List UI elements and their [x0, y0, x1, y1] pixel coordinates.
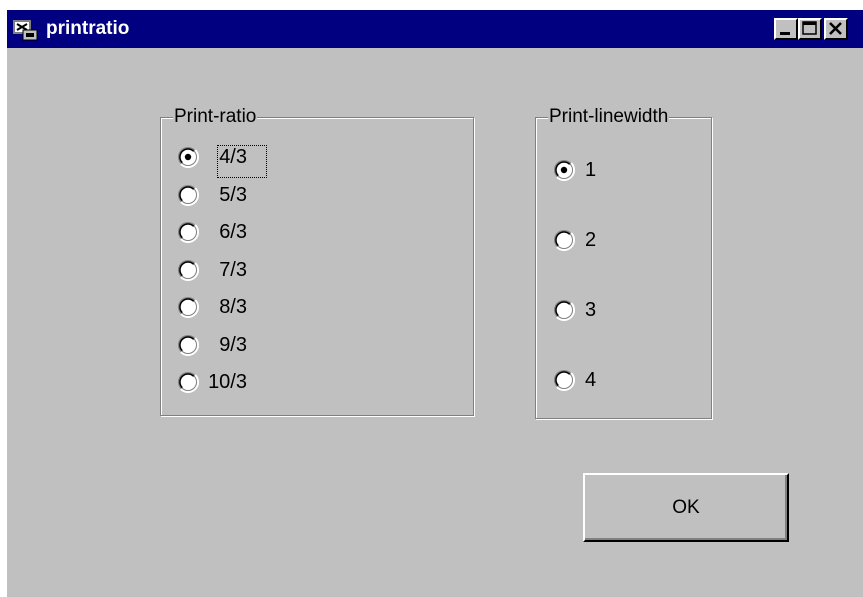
maximize-icon: [802, 21, 817, 35]
print-linewidth-label: 2: [585, 229, 597, 251]
print-linewidth-label: 4: [585, 369, 597, 391]
printratio-window: printratio Print-ratio Print-linewidth 4…: [7, 10, 863, 597]
print-ratio-legend: Print-ratio: [173, 106, 258, 128]
radio-button-icon[interactable]: [177, 259, 200, 281]
print-linewidth-option[interactable]: 2: [553, 225, 673, 255]
print-ratio-label: 6/3: [219, 221, 247, 243]
radio-button-icon[interactable]: [177, 184, 200, 206]
radio-button-icon[interactable]: [553, 299, 576, 322]
print-ratio-label: 10/3: [208, 371, 247, 393]
radio-button-icon[interactable]: [177, 146, 200, 169]
print-ratio-option[interactable]: 6/3: [177, 217, 297, 247]
window-title: printratio: [46, 18, 130, 39]
app-icon[interactable]: [11, 16, 39, 42]
maximize-button[interactable]: [798, 18, 822, 40]
radio-button-icon[interactable]: [177, 296, 200, 319]
close-button[interactable]: [824, 18, 848, 40]
radio-button-icon[interactable]: [177, 371, 200, 394]
print-linewidth-label: 3: [585, 299, 597, 321]
print-ratio-option[interactable]: 8/3: [177, 292, 297, 322]
ok-button[interactable]: OK: [583, 473, 789, 542]
print-ratio-label: 7/3: [219, 258, 247, 281]
print-linewidth-option[interactable]: 1: [553, 155, 673, 185]
print-linewidth-label: 1: [585, 159, 597, 181]
radio-button-icon[interactable]: [553, 229, 576, 252]
minimize-button[interactable]: [774, 18, 798, 40]
print-ratio-label: 5/3: [219, 183, 247, 206]
close-icon: [829, 22, 842, 35]
print-ratio-label: 9/3: [219, 333, 247, 356]
print-ratio-option[interactable]: 7/3: [177, 255, 297, 285]
print-linewidth-option[interactable]: 3: [553, 295, 673, 325]
radio-button-icon[interactable]: [177, 334, 200, 356]
print-ratio-label: 8/3: [219, 296, 247, 318]
radio-button-icon[interactable]: [553, 159, 576, 182]
print-linewidth-legend: Print-linewidth: [548, 106, 670, 128]
print-ratio-option[interactable]: 9/3: [177, 330, 297, 360]
print-ratio-option[interactable]: 5/3: [177, 180, 297, 210]
radio-button-icon[interactable]: [177, 221, 200, 244]
print-ratio-option[interactable]: 10/3: [177, 367, 297, 397]
print-linewidth-option[interactable]: 4: [553, 365, 673, 395]
title-bar[interactable]: printratio: [7, 10, 863, 48]
focus-indicator: [217, 145, 267, 178]
minimize-icon: [780, 32, 790, 35]
radio-button-icon[interactable]: [553, 369, 576, 392]
